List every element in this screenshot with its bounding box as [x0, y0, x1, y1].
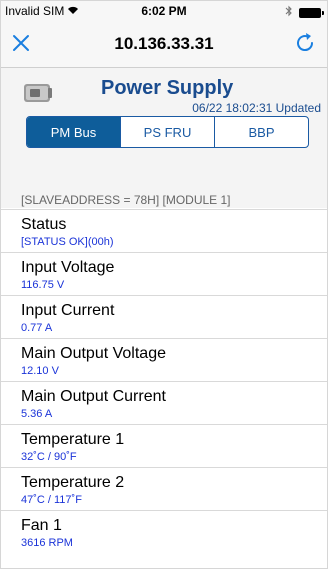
tab-ps-fru[interactable]: PS FRU — [121, 117, 215, 147]
nav-bar: 10.136.33.31 — [1, 21, 327, 68]
item-value: 47˚C / 117˚F — [21, 494, 82, 506]
list-item[interactable]: Input Voltage 116.75 V — [1, 252, 327, 295]
updated-timestamp: 06/22 18:02:31 Updated — [192, 101, 321, 115]
item-value: 32˚C / 90˚F — [21, 451, 77, 463]
item-label: Input Voltage — [21, 259, 115, 276]
tab-pm-bus[interactable]: PM Bus — [27, 117, 121, 147]
list-item[interactable]: Temperature 1 32˚C / 90˚F — [1, 424, 327, 467]
item-label: Main Output Voltage — [21, 345, 166, 362]
status-bar-right — [285, 5, 324, 20]
status-bar-time: 6:02 PM — [141, 4, 187, 18]
refresh-icon[interactable] — [293, 31, 317, 55]
page-title: Power Supply — [101, 77, 234, 99]
item-value: [STATUS OK](00h) — [21, 236, 114, 248]
item-label: Temperature 1 — [21, 431, 125, 448]
status-bar: Invalid SIM 6:02 PM — [1, 1, 327, 21]
tab-segmented-control: PM Bus PS FRU BBP — [26, 116, 309, 148]
item-label: Fan 1 — [21, 517, 62, 534]
list-item[interactable]: Temperature 2 47˚C / 117˚F — [1, 467, 327, 510]
item-value: 5.36 A — [21, 408, 53, 420]
power-supply-header: Power Supply 06/22 18:02:31 Updated PM B… — [1, 68, 327, 208]
item-value: 116.75 V — [21, 279, 65, 291]
item-value: 0.77 A — [21, 322, 53, 334]
list-item[interactable]: Main Output Voltage 12.10 V — [1, 338, 327, 381]
list-item[interactable]: Fan 1 3616 RPM — [1, 510, 327, 553]
bluetooth-icon — [285, 5, 293, 20]
item-label: Temperature 2 — [21, 474, 125, 491]
list-item[interactable]: Status [STATUS OK](00h) — [1, 209, 327, 252]
list-item[interactable]: Main Output Current 5.36 A — [1, 381, 327, 424]
item-label: Input Current — [21, 302, 115, 319]
sensor-list: Status [STATUS OK](00h) Input Voltage 11… — [1, 209, 327, 553]
item-value: 12.10 V — [21, 365, 59, 377]
slave-address-info: [SLAVEADDRESS = 78H] [MODULE 1] — [21, 193, 231, 207]
item-value: 3616 RPM — [21, 537, 73, 549]
tab-bbp[interactable]: BBP — [215, 117, 308, 147]
item-label: Status — [21, 216, 67, 233]
item-label: Main Output Current — [21, 388, 166, 405]
battery-icon — [299, 7, 324, 18]
list-item[interactable]: Input Current 0.77 A — [1, 295, 327, 338]
power-supply-icon — [21, 80, 55, 106]
nav-title: 10.136.33.31 — [114, 34, 214, 53]
app-frame: Invalid SIM 6:02 PM 10.136.33.31 Power S… — [0, 0, 328, 569]
